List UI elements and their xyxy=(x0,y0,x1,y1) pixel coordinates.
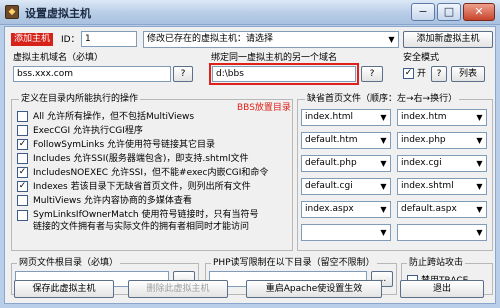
chevron-down-icon[interactable]: ▼ xyxy=(473,179,486,194)
chevron-down-icon[interactable]: ▼ xyxy=(385,32,398,47)
delete-host-button[interactable]: 删除此虚拟主机 xyxy=(128,280,228,298)
close-button[interactable]: ✕ xyxy=(463,3,495,21)
php-limit-label: PHP读写限制在以下目录（留空不限制） xyxy=(211,257,377,269)
index-page-select[interactable]: default.htm ▼ xyxy=(301,132,391,149)
chevron-down-icon[interactable]: ▼ xyxy=(377,202,390,217)
option-label: MultiViews 允许内容协商的多媒体查看 xyxy=(33,196,192,206)
existing-host-select-value: 修改已存在的虚拟主机：请选择 xyxy=(147,34,274,44)
option-checkbox[interactable]: ✓ xyxy=(17,181,28,192)
option-checkbox[interactable] xyxy=(17,111,28,122)
option-label: All 允许所有操作，但不包括MultiViews xyxy=(33,112,195,122)
option-label: SymLinksIfOwnerMatch 使用符号链接时，只有当符号 xyxy=(33,210,259,220)
option-label: Includes 允许SSI(服务器端包含)，即支持.shtml文件 xyxy=(33,154,249,164)
index-page-select[interactable]: index.htm ▼ xyxy=(397,109,487,126)
security-checkbox[interactable]: ✓ xyxy=(403,68,414,79)
add-host-label: 添加主机 xyxy=(11,33,54,46)
chevron-down-icon[interactable]: ▼ xyxy=(377,156,390,171)
exit-button[interactable]: 退出 xyxy=(400,280,484,298)
hotlink-label: 防止跨站攻击 xyxy=(407,257,466,269)
title-bar[interactable]: ◆ 设置虚拟主机 − □ ✕ xyxy=(0,0,500,25)
chevron-down-icon[interactable]: ▼ xyxy=(377,133,390,148)
chevron-down-icon[interactable]: ▼ xyxy=(473,202,486,217)
chevron-down-icon[interactable]: ▼ xyxy=(473,156,486,171)
index-page-select[interactable]: default.aspx ▼ xyxy=(397,201,487,218)
option-checkbox[interactable] xyxy=(17,125,28,136)
chevron-down-icon[interactable]: ▼ xyxy=(473,133,486,148)
id-field[interactable]: 1 xyxy=(81,31,137,47)
security-list-button[interactable]: 列表 xyxy=(451,66,485,82)
option-checkbox[interactable]: ✓ xyxy=(17,139,28,150)
index-page-select[interactable]: index.aspx ▼ xyxy=(301,201,391,218)
alias-help-button[interactable]: ? xyxy=(361,66,383,82)
index-pages-title: 缺省首页文件（顺序：左→右→换行） xyxy=(305,93,460,105)
save-host-button[interactable]: 保存此虚拟主机 xyxy=(14,280,114,298)
option-label: IncludesNOEXEC 允许SSI，但不能#exec内嵌CGI和命令 xyxy=(33,168,269,178)
option-checkbox[interactable] xyxy=(17,210,28,221)
alias-field[interactable]: d:\bbs xyxy=(212,66,356,82)
option-checkbox[interactable] xyxy=(17,195,28,206)
option-checkbox[interactable]: ✓ xyxy=(17,167,28,178)
option-label: FollowSymLinks 允许使用符号链接其它目录 xyxy=(33,140,216,150)
domain-help-button[interactable]: ? xyxy=(173,66,193,82)
chevron-down-icon[interactable]: ▼ xyxy=(473,225,486,240)
security-open-label: 开 xyxy=(417,69,427,79)
minimize-button[interactable]: − xyxy=(411,3,435,21)
window-title: 设置虚拟主机 xyxy=(25,7,91,20)
index-page-select[interactable]: index.cgi ▼ xyxy=(397,155,487,172)
index-page-select[interactable]: default.cgi ▼ xyxy=(301,178,391,195)
chevron-down-icon[interactable]: ▼ xyxy=(377,179,390,194)
security-label: 安全模式 xyxy=(403,53,440,63)
option-checkbox[interactable] xyxy=(17,153,28,164)
option-label: ExecCGI 允许执行CGI程序 xyxy=(33,126,143,136)
restart-apache-button[interactable]: 重启Apache使设置生效 xyxy=(246,280,382,298)
index-page-select[interactable]: default.php ▼ xyxy=(301,155,391,172)
option-label-continued: 链接的文件拥有者与实际文件的拥有者相同时才能访问 xyxy=(33,222,250,232)
index-page-select[interactable]: ▼ xyxy=(397,224,487,241)
chevron-down-icon[interactable]: ▼ xyxy=(377,110,390,125)
options-group-title: 定义在目录内所能执行的操作 xyxy=(19,93,141,105)
id-label: ID： xyxy=(61,35,80,45)
index-page-select[interactable]: ▼ xyxy=(301,224,391,241)
app-icon: ◆ xyxy=(5,5,19,19)
domain-label: 虚拟主机域名（必填） xyxy=(13,53,104,63)
domain-field[interactable]: bss.xxx.com xyxy=(13,66,171,82)
security-help-button[interactable]: ? xyxy=(431,66,447,82)
webroot-label: 网页文件根目录（必填） xyxy=(17,257,121,269)
maximize-button[interactable]: □ xyxy=(437,3,461,21)
existing-host-select[interactable]: 修改已存在的虚拟主机：请选择 ▼ xyxy=(143,31,399,48)
option-label: Indexes 若该目录下无缺省首页文件，则列出所有文件 xyxy=(33,182,251,192)
dialog-window: ◆ 设置虚拟主机 − □ ✕ 添加主机 ID： 1 修改已存在的虚拟主机：请选择… xyxy=(0,0,500,308)
index-page-select[interactable]: index.html ▼ xyxy=(301,109,391,126)
index-page-select[interactable]: index.shtml ▼ xyxy=(397,178,487,195)
add-new-host-button[interactable]: 添加新虚拟主机 xyxy=(403,31,493,48)
chevron-down-icon[interactable]: ▼ xyxy=(473,110,486,125)
chevron-down-icon[interactable]: ▼ xyxy=(377,225,390,240)
dialog-client: 添加主机 ID： 1 修改已存在的虚拟主机：请选择 ▼ 添加新虚拟主机 虚拟主机… xyxy=(4,26,496,304)
index-page-select[interactable]: index.php ▼ xyxy=(397,132,487,149)
